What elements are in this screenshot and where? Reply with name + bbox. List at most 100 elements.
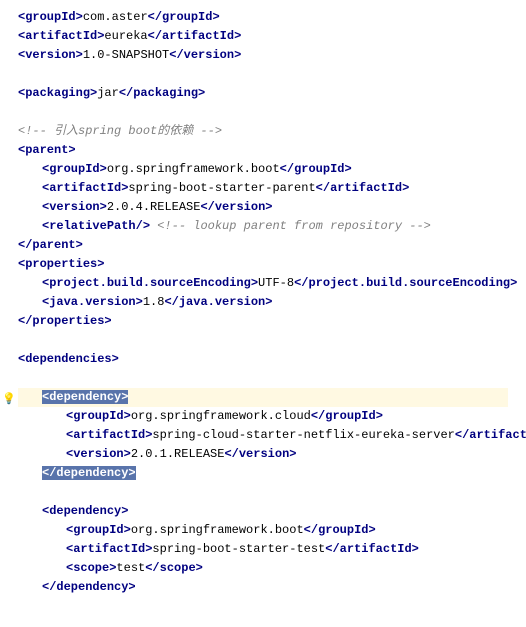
code-line[interactable]: <parent> — [18, 141, 508, 160]
xml-tag: packaging — [25, 86, 90, 100]
xml-text: > — [234, 48, 241, 62]
code-line[interactable]: <properties> — [18, 255, 508, 274]
xml-text: 2.0.1.RELEASE — [131, 447, 225, 461]
xml-comment: <!-- lookup parent from repository --> — [157, 219, 431, 233]
xml-text: > — [97, 257, 104, 271]
xml-tag: parent — [25, 143, 68, 157]
xml-tag: dependency — [56, 580, 128, 594]
xml-text: > — [136, 295, 143, 309]
code-editor[interactable]: <groupId>com.aster</groupId><artifactId>… — [18, 8, 508, 597]
code-line[interactable]: <groupId>com.aster</groupId> — [18, 8, 508, 27]
xml-text: > — [344, 162, 351, 176]
code-line[interactable]: <packaging>jar</packaging> — [18, 84, 508, 103]
code-line[interactable] — [18, 103, 508, 122]
xml-text: /> — [136, 219, 150, 233]
code-line[interactable]: <artifactId>spring-boot-starter-parent</… — [18, 179, 508, 198]
code-line[interactable]: </parent> — [18, 236, 508, 255]
xml-text: > — [234, 29, 241, 43]
xml-tag: artifactId — [162, 29, 234, 43]
xml-tag: artifactId — [73, 542, 145, 556]
xml-tag: dependencies — [25, 352, 111, 366]
xml-text: > — [289, 447, 296, 461]
xml-text: test — [116, 561, 145, 575]
xml-tag: version — [73, 447, 123, 461]
code-line[interactable]: <dependencies> — [18, 350, 508, 369]
selection: <dependency> — [42, 390, 128, 404]
code-line[interactable] — [18, 65, 508, 84]
xml-text: > — [76, 48, 83, 62]
code-line[interactable]: <dependency> — [18, 388, 508, 407]
xml-text: </ — [42, 466, 56, 480]
xml-tag: artifactId — [73, 428, 145, 442]
xml-tag: parent — [32, 238, 75, 252]
code-line[interactable]: <version>1.0-SNAPSHOT</version> — [18, 46, 508, 65]
xml-tag: artifactId — [330, 181, 402, 195]
xml-comment: <!-- 引入spring boot的依赖 --> — [18, 124, 222, 138]
xml-tag: version — [184, 48, 234, 62]
xml-text: </ — [148, 29, 162, 43]
xml-text: > — [376, 409, 383, 423]
selection: </dependency> — [42, 466, 136, 480]
xml-text: 2.0.4.RELEASE — [107, 200, 201, 214]
xml-text: > — [76, 10, 83, 24]
xml-text: > — [121, 504, 128, 518]
xml-text: </ — [280, 162, 294, 176]
xml-text: > — [510, 276, 517, 290]
code-line[interactable]: <relativePath/> <!-- lookup parent from … — [18, 217, 508, 236]
xml-text: > — [100, 162, 107, 176]
xml-text: > — [128, 580, 135, 594]
xml-tag: groupId — [294, 162, 344, 176]
xml-tag: version — [49, 200, 99, 214]
xml-text: > — [68, 143, 75, 157]
xml-tag: groupId — [318, 523, 368, 537]
code-line[interactable]: <project.build.sourceEncoding>UTF-8</pro… — [18, 274, 508, 293]
xml-text: </ — [455, 428, 469, 442]
code-line[interactable]: <version>2.0.4.RELEASE</version> — [18, 198, 508, 217]
xml-text: </ — [294, 276, 308, 290]
xml-text: > — [121, 390, 128, 404]
xml-text: spring-boot-starter-test — [152, 542, 325, 556]
xml-text: jar — [97, 86, 119, 100]
code-line[interactable]: <scope>test</scope> — [18, 559, 508, 578]
xml-text: </ — [18, 314, 32, 328]
code-line[interactable]: </dependency> — [18, 578, 508, 597]
code-line[interactable]: <dependency> — [18, 502, 508, 521]
xml-text: spring-cloud-starter-netflix-eureka-serv… — [152, 428, 454, 442]
code-line[interactable]: </dependency> — [18, 464, 508, 483]
xml-text: > — [265, 200, 272, 214]
xml-tag: artifactId — [469, 428, 526, 442]
code-line[interactable]: </properties> — [18, 312, 508, 331]
xml-tag: project.build.sourceEncoding — [308, 276, 510, 290]
xml-tag: version — [215, 200, 265, 214]
xml-text: > — [104, 314, 111, 328]
xml-tag: dependency — [49, 390, 121, 404]
code-line[interactable] — [18, 369, 508, 388]
code-line[interactable]: <artifactId>spring-cloud-starter-netflix… — [18, 426, 508, 445]
xml-tag: properties — [25, 257, 97, 271]
code-line[interactable]: <groupId>org.springframework.cloud</grou… — [18, 407, 508, 426]
code-line[interactable]: <!-- 引入spring boot的依赖 --> — [18, 122, 508, 141]
xml-text: > — [198, 86, 205, 100]
code-line[interactable]: <artifactId>spring-boot-starter-test</ar… — [18, 540, 508, 559]
code-line[interactable] — [18, 331, 508, 350]
code-line[interactable]: <artifactId>eureka</artifactId> — [18, 27, 508, 46]
xml-text: </ — [18, 238, 32, 252]
code-line[interactable] — [18, 483, 508, 502]
xml-text: > — [265, 295, 272, 309]
xml-tag: artifactId — [25, 29, 97, 43]
xml-text: UTF-8 — [258, 276, 294, 290]
lightbulb-icon[interactable]: 💡 — [2, 391, 14, 403]
xml-tag: groupId — [49, 162, 99, 176]
code-line[interactable]: <version>2.0.1.RELEASE</version> — [18, 445, 508, 464]
xml-text: </ — [304, 523, 318, 537]
xml-text: </ — [200, 200, 214, 214]
xml-text: </ — [316, 181, 330, 195]
xml-text: </ — [224, 447, 238, 461]
xml-tag: groupId — [25, 10, 75, 24]
code-line[interactable]: <groupId>org.springframework.boot</group… — [18, 521, 508, 540]
code-line[interactable]: <java.version>1.8</java.version> — [18, 293, 508, 312]
xml-text: > — [368, 523, 375, 537]
xml-text: </ — [145, 561, 159, 575]
xml-text: > — [128, 466, 135, 480]
code-line[interactable]: <groupId>org.springframework.boot</group… — [18, 160, 508, 179]
